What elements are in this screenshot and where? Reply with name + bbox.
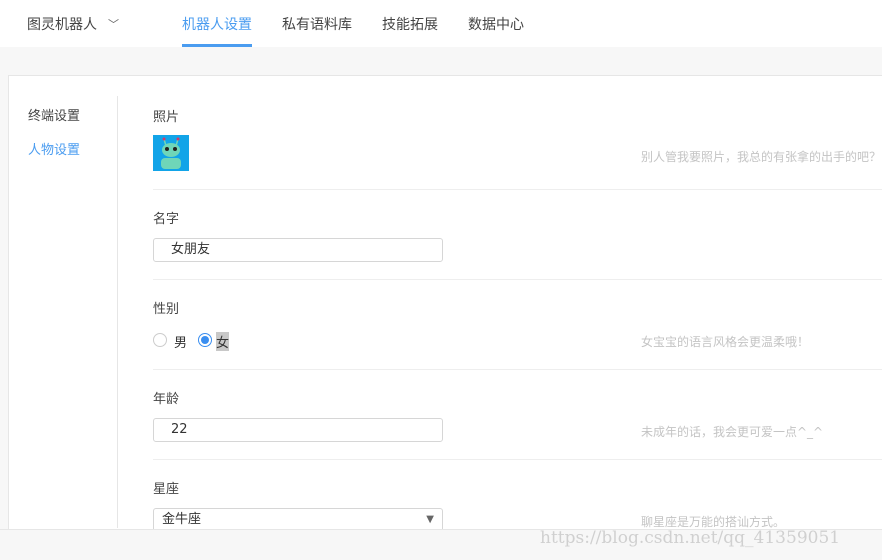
robot-selector[interactable]: 图灵机器人 (27, 14, 97, 34)
caret-down-icon: ▼ (426, 514, 434, 525)
avatar[interactable] (153, 135, 189, 171)
divider (153, 189, 882, 190)
tab-robot-settings[interactable]: 机器人设置 (182, 14, 252, 47)
age-hint: 未成年的话，我会更可爱一点^_^ (641, 425, 824, 439)
age-label: 年龄 (153, 392, 180, 407)
robot-avatar-icon (161, 137, 181, 169)
tab-data-center[interactable]: 数据中心 (468, 14, 524, 47)
settings-panel (8, 75, 882, 548)
gender-label: 性别 (153, 302, 180, 317)
tab-skills[interactable]: 技能拓展 (382, 14, 438, 47)
name-label: 名字 (153, 212, 180, 227)
divider (153, 279, 882, 280)
divider (117, 96, 118, 528)
watermark: https://blog.csdn.net/qq_41359051 (540, 528, 841, 548)
divider (153, 369, 882, 370)
zodiac-value: 金牛座 (162, 512, 202, 527)
sidebar-item-persona[interactable]: 人物设置 (28, 139, 80, 158)
gender-female-radio[interactable] (198, 333, 212, 347)
divider (153, 459, 882, 460)
name-input[interactable]: 女朋友 (153, 238, 443, 262)
tab-private-corpus[interactable]: 私有语料库 (282, 14, 352, 47)
top-nav: 图灵机器人 ﹀ 机器人设置 私有语料库 技能拓展 数据中心 (0, 0, 882, 47)
photo-hint: 别人管我要照片，我总的有张拿的出手的吧？ (641, 150, 882, 164)
gender-male-label[interactable]: 男 (174, 332, 187, 351)
sidebar-item-terminal[interactable]: 终端设置 (28, 105, 80, 124)
chevron-down-icon[interactable]: ﹀ (108, 16, 119, 32)
gender-male-radio[interactable] (153, 333, 167, 347)
gender-female-label[interactable]: 女 (216, 332, 230, 351)
photo-label: 照片 (153, 110, 180, 125)
age-input[interactable]: 22 (153, 418, 443, 442)
zodiac-label: 星座 (153, 482, 180, 497)
gender-hint: 女宝宝的语言风格会更温柔哦！ (641, 335, 810, 349)
